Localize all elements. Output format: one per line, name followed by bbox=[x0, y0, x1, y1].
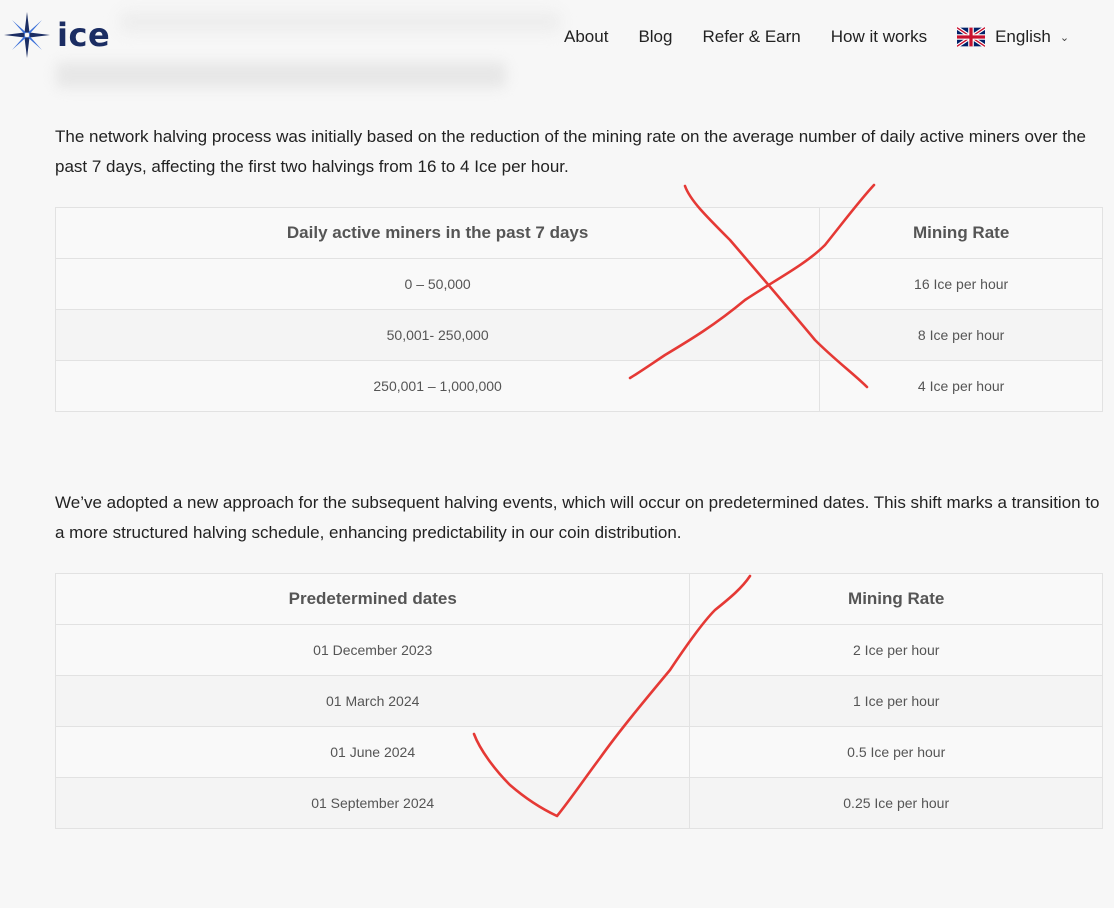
new-approach-paragraph: We’ve adopted a new approach for the sub… bbox=[55, 493, 1100, 542]
column-header: Daily active miners in the past 7 days bbox=[54, 207, 821, 259]
language-label: English bbox=[995, 27, 1051, 46]
blurred-background-text bbox=[56, 62, 506, 88]
table-cell: 01 March 2024 bbox=[54, 675, 691, 727]
blurred-background-text bbox=[120, 12, 560, 32]
table-row: 01 December 2023 2 Ice per hour bbox=[54, 624, 1103, 676]
main-nav: About Blog Refer & Earn How it works Eng… bbox=[564, 25, 1069, 49]
table-row: 50,001- 250,000 8 Ice per hour bbox=[54, 309, 1103, 361]
table-cell: 0 – 50,000 bbox=[54, 258, 821, 310]
table-cell: 250,001 – 1,000,000 bbox=[54, 360, 821, 412]
table-cell: 0.25 Ice per hour bbox=[689, 777, 1103, 829]
table-row: 250,001 – 1,000,000 4 Ice per hour bbox=[54, 360, 1103, 412]
column-header: Mining Rate bbox=[689, 573, 1103, 625]
table-row: 01 September 2024 0.25 Ice per hour bbox=[54, 777, 1103, 829]
table-header-row: Predetermined dates Mining Rate bbox=[54, 573, 1103, 625]
uk-flag-icon bbox=[957, 27, 986, 47]
chevron-down-icon: ⌄ bbox=[1059, 31, 1070, 44]
miners-mining-rate-table: Daily active miners in the past 7 days M… bbox=[54, 207, 1103, 412]
nav-about-link[interactable]: About bbox=[564, 25, 608, 49]
table-row: 0 – 50,000 16 Ice per hour bbox=[54, 258, 1103, 310]
language-selector[interactable]: English ⌄ bbox=[957, 27, 1069, 47]
column-header: Mining Rate bbox=[819, 207, 1103, 259]
nav-blog-link[interactable]: Blog bbox=[638, 25, 672, 49]
table-cell: 16 Ice per hour bbox=[819, 258, 1103, 310]
table-cell: 01 September 2024 bbox=[54, 777, 691, 829]
nav-how-it-works-link[interactable]: How it works bbox=[831, 25, 927, 49]
table-cell: 4 Ice per hour bbox=[819, 360, 1103, 412]
table-cell: 1 Ice per hour bbox=[689, 675, 1103, 727]
table-cell: 0.5 Ice per hour bbox=[689, 726, 1103, 778]
table-cell: 2 Ice per hour bbox=[689, 624, 1103, 676]
compass-star-icon bbox=[4, 12, 50, 58]
table-row: 01 March 2024 1 Ice per hour bbox=[54, 675, 1103, 727]
table-cell: 8 Ice per hour bbox=[819, 309, 1103, 361]
table-cell: 01 December 2023 bbox=[54, 624, 691, 676]
nav-refer-earn-link[interactable]: Refer & Earn bbox=[702, 25, 800, 49]
table-header-row: Daily active miners in the past 7 days M… bbox=[54, 207, 1103, 259]
column-header: Predetermined dates bbox=[54, 573, 691, 625]
dates-mining-rate-table: Predetermined dates Mining Rate 01 Decem… bbox=[54, 573, 1103, 829]
logo[interactable]: ice bbox=[4, 12, 110, 58]
table-cell: 01 June 2024 bbox=[54, 726, 691, 778]
table-cell: 50,001- 250,000 bbox=[54, 309, 821, 361]
halving-intro-paragraph: The network halving process was initiall… bbox=[55, 127, 1086, 176]
logo-text: ice bbox=[57, 16, 111, 54]
table-row: 01 June 2024 0.5 Ice per hour bbox=[54, 726, 1103, 778]
